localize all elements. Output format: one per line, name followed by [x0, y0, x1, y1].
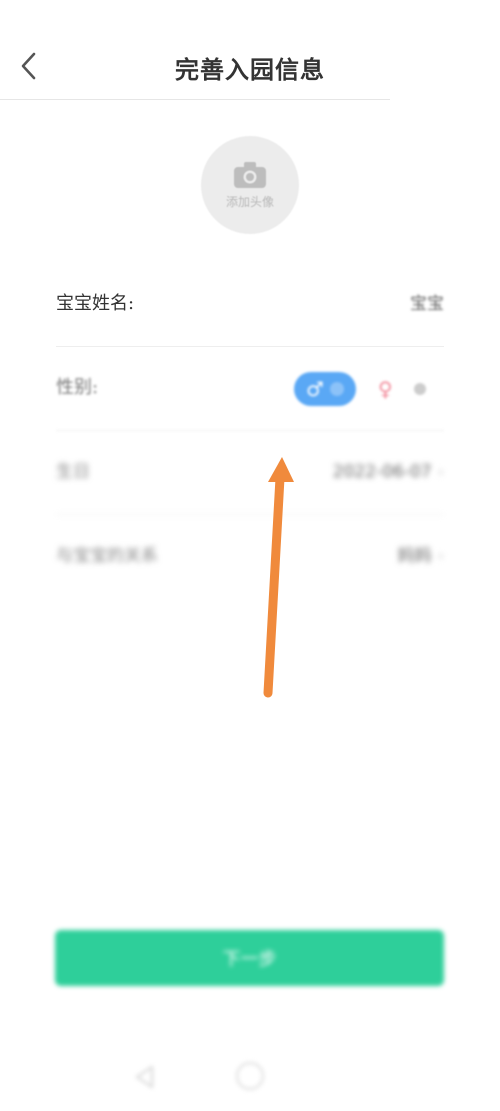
- name-value[interactable]: 宝宝: [410, 262, 444, 346]
- birthday-label: 生日: [56, 462, 90, 482]
- chevron-right-icon: ›: [437, 462, 444, 481]
- birthday-value: 2022-06-07 ›: [333, 430, 444, 514]
- female-symbol-icon: ♀: [378, 377, 393, 401]
- avatar-label: 添加头像: [225, 194, 274, 209]
- radio-circle: [414, 383, 426, 395]
- gender-row: 性别: ♂ ♀: [56, 346, 444, 430]
- relation-value: 妈妈 ›: [398, 514, 444, 598]
- nav-back-button[interactable]: [130, 1062, 160, 1092]
- chevron-right-icon: ›: [437, 546, 444, 565]
- birthday-date: 2022-06-07: [332, 462, 432, 482]
- nav-home-button[interactable]: [236, 1062, 264, 1090]
- relation-text: 妈妈: [397, 546, 432, 566]
- gender-male-toggle[interactable]: ♂: [294, 372, 356, 406]
- camera-icon: [234, 161, 266, 188]
- name-row[interactable]: 宝宝姓名: 宝宝: [56, 262, 444, 346]
- gender-female-toggle[interactable]: ♀: [378, 372, 426, 406]
- add-avatar-button[interactable]: 添加头像: [201, 136, 299, 234]
- header-bar: 完善入园信息: [0, 0, 500, 100]
- system-nav-bar: [0, 1050, 500, 1111]
- relation-label: 与宝宝的关系: [56, 546, 158, 566]
- next-button-label: 下一步: [222, 949, 277, 970]
- male-symbol-icon: ♂: [306, 377, 324, 401]
- next-button[interactable]: 下一步: [55, 930, 444, 986]
- header-divider: [0, 99, 390, 100]
- birthday-row[interactable]: 生日 2022-06-07 ›: [56, 430, 444, 514]
- triangle-back-icon: [135, 1065, 154, 1089]
- gender-label: 性别:: [56, 377, 99, 398]
- toggle-knob: [329, 382, 344, 396]
- page-title: 完善入园信息: [175, 55, 325, 84]
- relation-row[interactable]: 与宝宝的关系 妈妈 ›: [56, 514, 444, 598]
- name-label: 宝宝姓名:: [56, 293, 135, 314]
